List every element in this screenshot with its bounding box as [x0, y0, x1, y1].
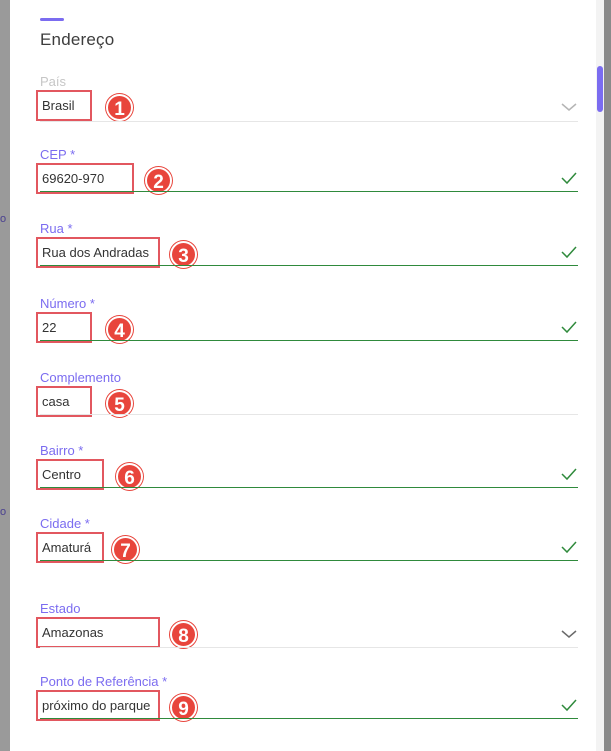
- field-label: País: [40, 74, 67, 89]
- section-title: Endereço: [40, 30, 115, 49]
- check-icon: [561, 172, 577, 185]
- field-underline: [40, 265, 578, 266]
- scrollbar-thumb[interactable]: [597, 66, 603, 112]
- check-icon: [561, 246, 577, 259]
- city-input[interactable]: Amaturá: [36, 532, 104, 563]
- annotation-badge: 8: [170, 621, 197, 648]
- annotation-badge: 4: [106, 316, 133, 343]
- field-label: Estado: [40, 601, 81, 616]
- backdrop-text-fragment: o: [0, 213, 7, 225]
- field-label: CEP *: [40, 147, 76, 162]
- chevron-down-icon[interactable]: [560, 625, 578, 643]
- check-icon: [561, 321, 577, 334]
- annotation-badge: 3: [170, 241, 197, 268]
- annotation-badge: 6: [116, 463, 143, 490]
- field-label: Bairro *: [40, 443, 84, 458]
- state-select[interactable]: Amazonas: [36, 617, 160, 648]
- complement-field[interactable]: Complemento casa 5: [36, 370, 578, 430]
- field-label: Número *: [40, 296, 95, 311]
- backdrop-text-fragment: o: [0, 506, 7, 518]
- check-icon: [561, 468, 577, 481]
- field-underline: [40, 414, 578, 415]
- field-label: Complemento: [40, 370, 121, 385]
- state-field[interactable]: Estado Amazonas 8: [36, 601, 578, 661]
- neighborhood-input[interactable]: Centro: [36, 459, 104, 490]
- check-icon: [561, 699, 577, 712]
- field-underline: [40, 191, 578, 192]
- field-label: Cidade *: [40, 516, 90, 531]
- complement-input[interactable]: casa: [36, 386, 92, 417]
- cep-input[interactable]: 69620-970: [36, 163, 134, 194]
- cep-field[interactable]: CEP * 69620-970 2: [36, 147, 578, 207]
- country-select[interactable]: Brasil: [36, 90, 92, 121]
- modal-backdrop: o o: [0, 0, 10, 751]
- reference-point-input[interactable]: próximo do parque: [36, 690, 160, 721]
- street-input[interactable]: Rua dos Andradas: [36, 237, 160, 268]
- field-label: Ponto de Referência *: [40, 674, 168, 689]
- field-underline: [40, 647, 578, 648]
- field-underline: [40, 340, 578, 341]
- address-form-panel: Endereço País Brasil 1 CEP * 69620-970 2…: [10, 0, 604, 751]
- scrollbar-track[interactable]: [596, 0, 604, 751]
- reference-point-field[interactable]: Ponto de Referência * próximo do parque …: [36, 674, 578, 734]
- field-underline: [40, 121, 578, 122]
- chevron-down-icon[interactable]: [560, 98, 578, 116]
- number-field[interactable]: Número * 22 4: [36, 296, 578, 356]
- check-icon: [561, 541, 577, 554]
- annotation-badge: 1: [106, 94, 133, 121]
- street-field[interactable]: Rua * Rua dos Andradas 3: [36, 221, 578, 281]
- neighborhood-field[interactable]: Bairro * Centro 6: [36, 443, 578, 503]
- annotation-badge: 2: [145, 167, 172, 194]
- number-input[interactable]: 22: [36, 312, 92, 343]
- field-label: Rua *: [40, 221, 73, 236]
- field-underline: [40, 487, 578, 488]
- field-underline: [40, 718, 578, 719]
- city-field[interactable]: Cidade * Amaturá 7: [36, 516, 578, 576]
- annotation-badge: 7: [112, 536, 139, 563]
- annotation-badge: 5: [106, 390, 133, 417]
- field-underline: [40, 560, 578, 561]
- annotation-badge: 9: [170, 694, 197, 721]
- country-field[interactable]: País Brasil 1: [36, 74, 578, 134]
- section-accent-bar: [40, 18, 64, 21]
